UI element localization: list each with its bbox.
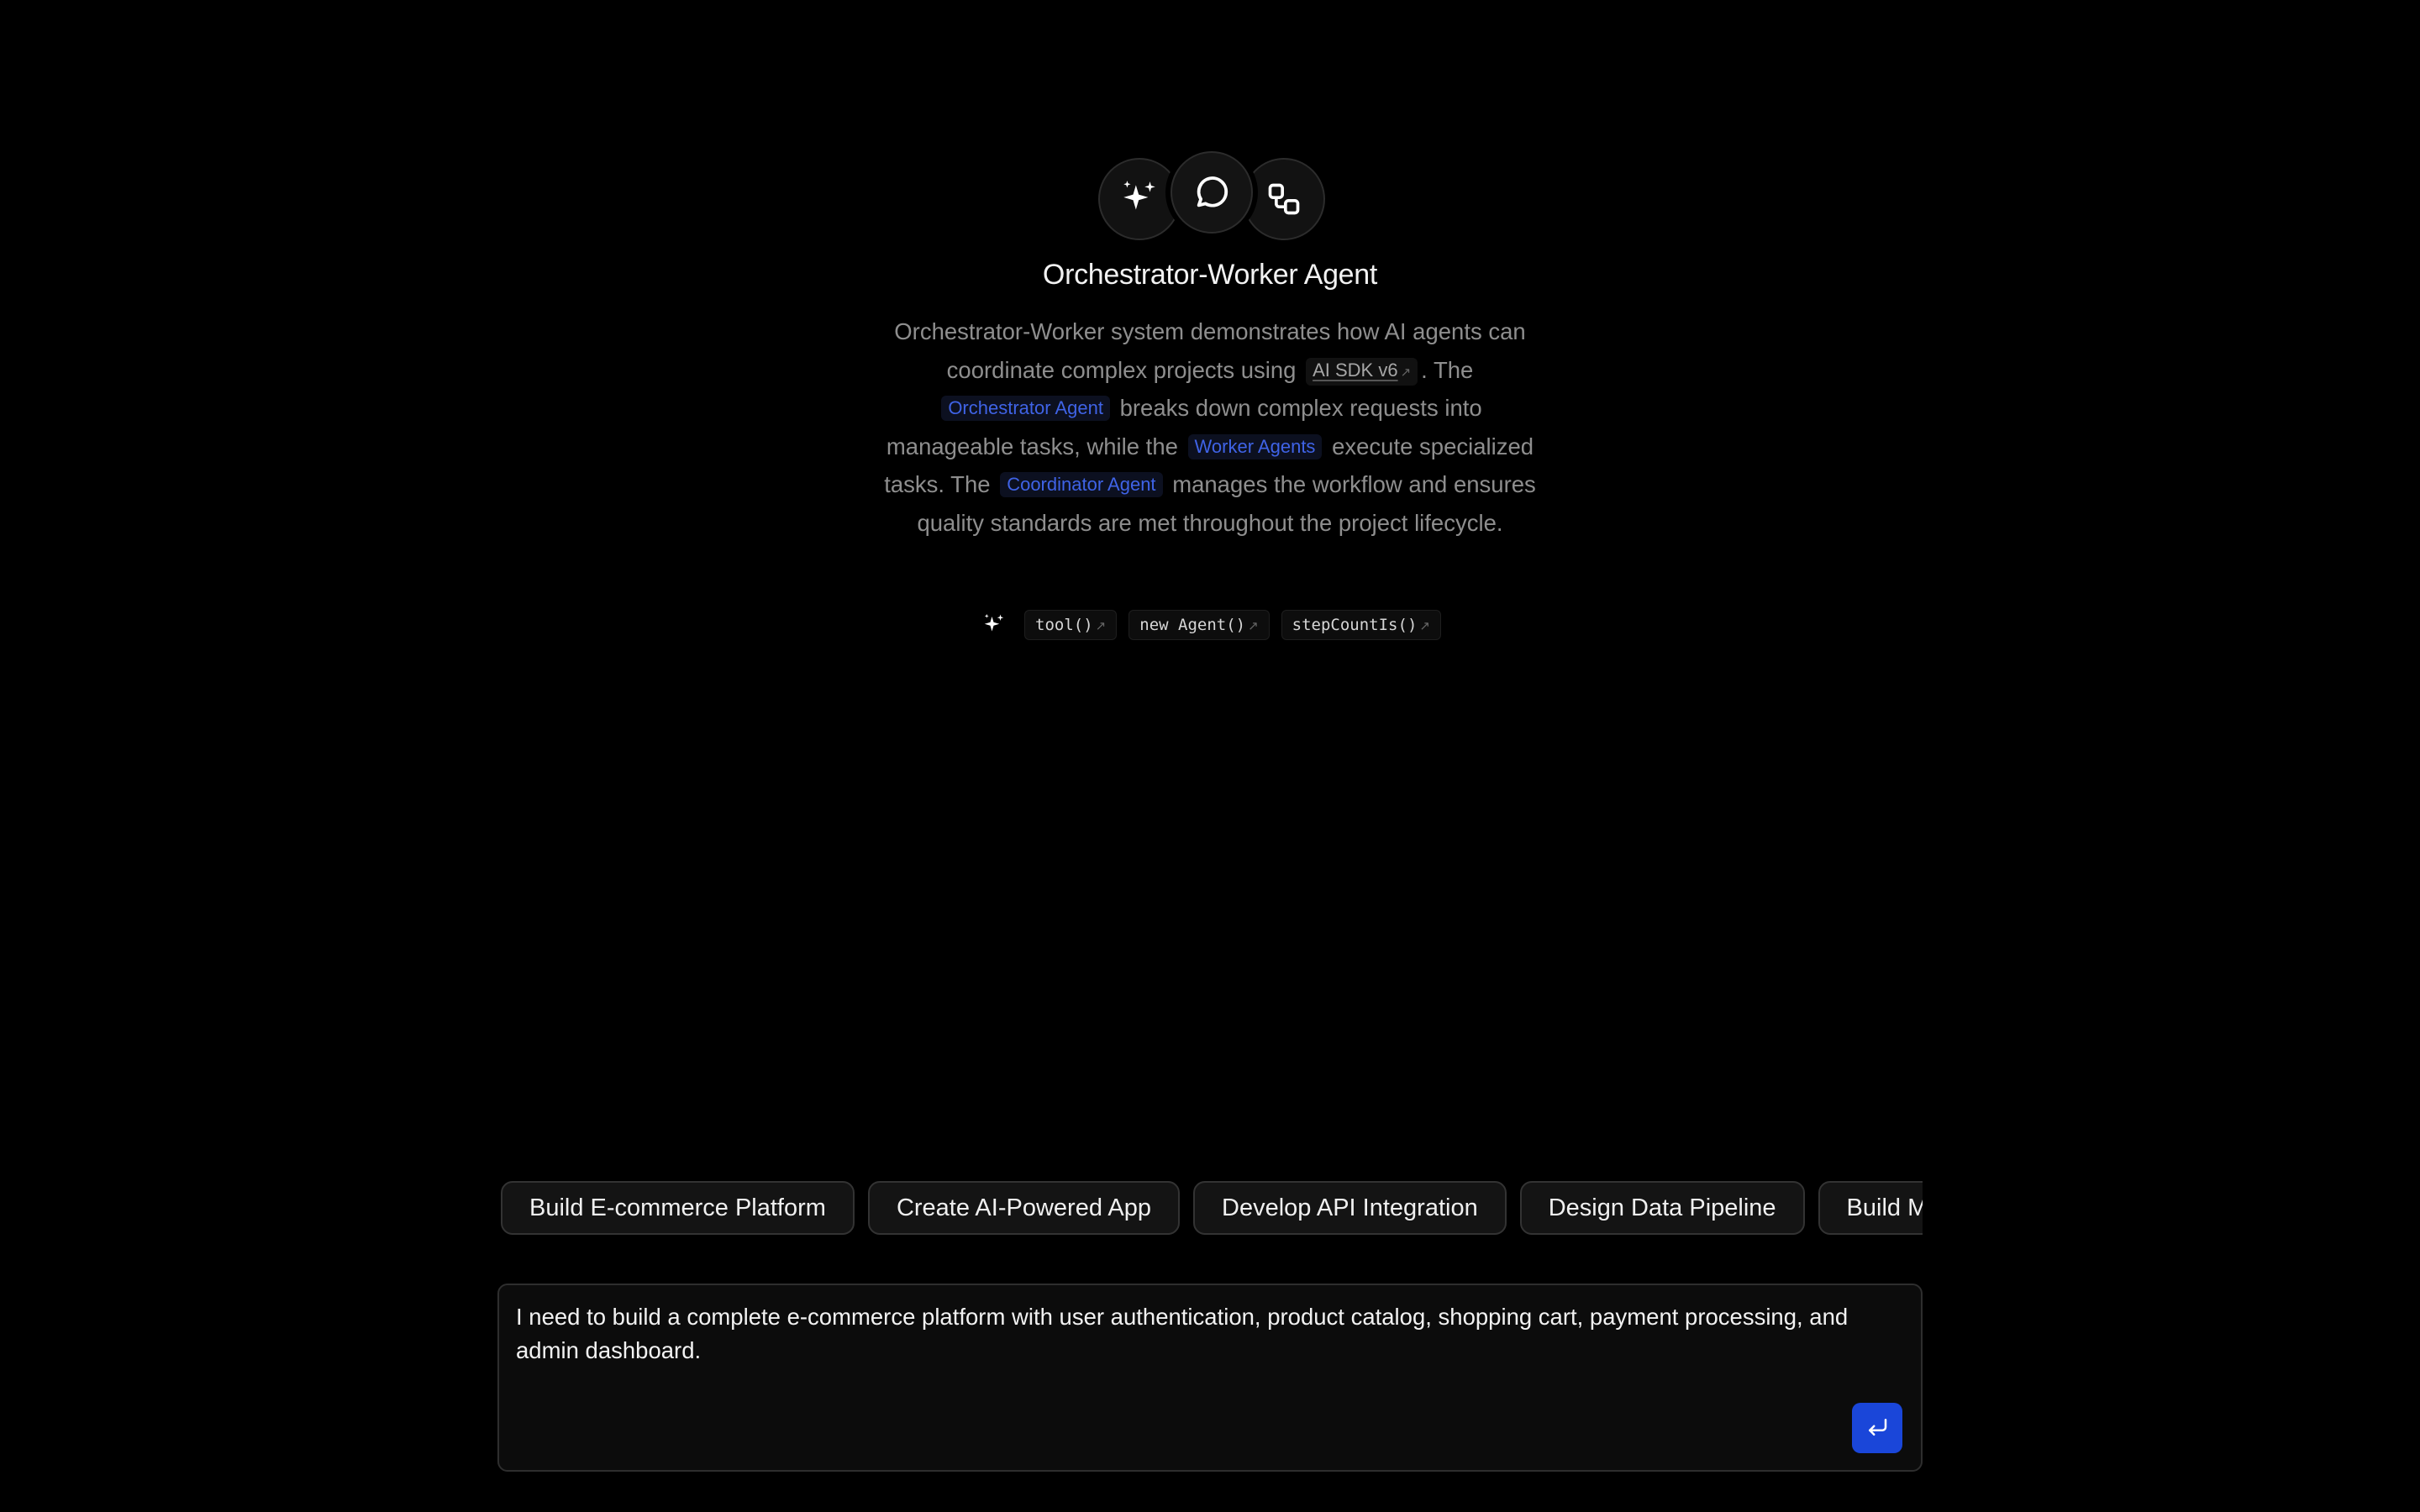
workflow-icon xyxy=(1243,158,1325,240)
step-count-doc-label: stepCountIs() xyxy=(1292,616,1418,634)
suggestion-data-pipeline-button[interactable]: Design Data Pipeline xyxy=(1519,1181,1805,1235)
page-title: Orchestrator-Worker Agent xyxy=(1042,259,1378,291)
suggestion-chips: Build E-commerce Platform Create AI-Powe… xyxy=(501,1181,1923,1238)
new-agent-doc-link[interactable]: new Agent() ↗ xyxy=(1128,610,1270,640)
external-link-icon: ↗ xyxy=(1095,618,1107,633)
enter-return-icon xyxy=(1865,1415,1890,1442)
coordinator-agent-tag: Coordinator Agent xyxy=(1000,472,1163,498)
prompt-composer: I need to build a complete e-commerce pl… xyxy=(497,1284,1923,1472)
ai-sdk-link[interactable]: AI SDK v6 ↗ xyxy=(1306,357,1418,386)
prompt-input[interactable]: I need to build a complete e-commerce pl… xyxy=(516,1300,1860,1426)
suggestion-api-integration-button[interactable]: Develop API Integration xyxy=(1193,1181,1507,1235)
tool-doc-link[interactable]: tool() ↗ xyxy=(1024,610,1118,640)
description-text: . The xyxy=(1421,356,1474,383)
orchestrator-agent-tag: Orchestrator Agent xyxy=(941,396,1110,422)
tools-row: tool() ↗ new Agent() ↗ stepCountIs() ↗ xyxy=(0,610,2420,640)
suggestion-microservices-button[interactable]: Build Microservices xyxy=(1818,1181,1923,1235)
new-agent-doc-label: new Agent() xyxy=(1139,616,1246,634)
tool-doc-label: tool() xyxy=(1035,616,1093,634)
step-count-doc-link[interactable]: stepCountIs() ↗ xyxy=(1281,610,1441,640)
hero-icon-cluster xyxy=(1095,151,1325,240)
chat-bubble-icon xyxy=(1171,151,1253,234)
external-link-icon: ↗ xyxy=(1400,365,1412,380)
external-link-icon: ↗ xyxy=(1248,618,1259,633)
app-page: Orchestrator-Worker Agent Orchestrator-W… xyxy=(0,0,2420,1512)
suggestion-ai-app-button[interactable]: Create AI-Powered App xyxy=(867,1181,1181,1235)
send-button[interactable] xyxy=(1852,1403,1902,1453)
sparkles-icon xyxy=(1098,158,1181,240)
suggestion-ecommerce-button[interactable]: Build E-commerce Platform xyxy=(501,1181,855,1235)
worker-agents-tag: Worker Agents xyxy=(1187,433,1323,459)
ai-sdk-link-label: AI SDK v6 xyxy=(1313,359,1398,381)
sparkles-icon xyxy=(979,610,1009,640)
external-link-icon: ↗ xyxy=(1419,618,1430,633)
hero-description: Orchestrator-Worker system demonstrates … xyxy=(882,312,1538,543)
